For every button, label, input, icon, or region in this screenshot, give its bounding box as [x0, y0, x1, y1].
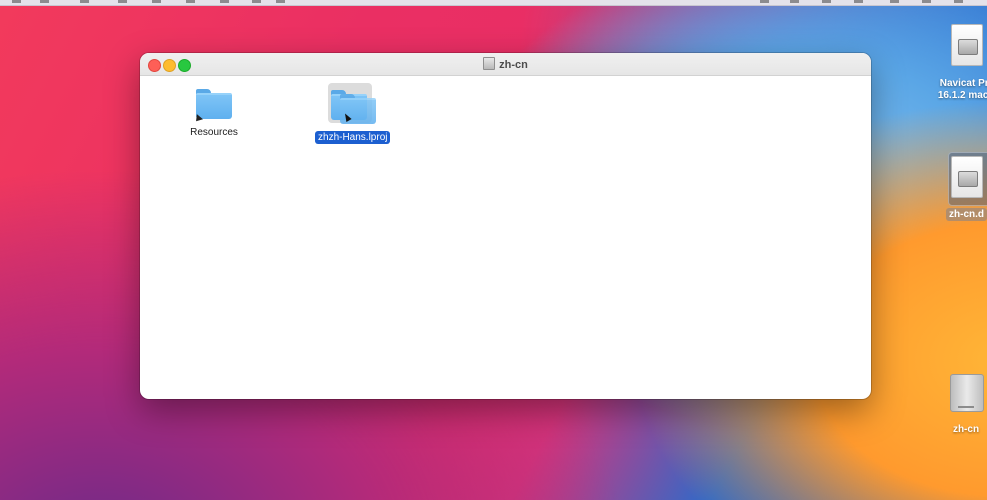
menu-item[interactable]	[186, 0, 195, 3]
folder-label: Resources	[190, 127, 238, 138]
desktop-item-zh-cn-volume[interactable]: zh-cn	[931, 370, 987, 436]
desktop-item-zh-cn-dmg[interactable]	[932, 156, 987, 198]
folder-item-resources[interactable]: Resources	[188, 89, 240, 138]
menu-item[interactable]	[40, 0, 49, 3]
status-icon[interactable]	[890, 0, 899, 3]
window-titlebar[interactable]: zh-cn	[140, 53, 871, 76]
desktop-label-line1: Navicat Pre	[939, 78, 987, 89]
status-icon[interactable]	[922, 0, 931, 3]
status-icon[interactable]	[854, 0, 863, 3]
menu-item[interactable]	[252, 0, 261, 3]
folder-label-selected[interactable]: zhzh-Hans.lproj	[315, 127, 391, 145]
menu-item[interactable]	[80, 0, 89, 3]
folder-icon	[193, 89, 232, 124]
menu-item[interactable]	[220, 0, 229, 3]
desktop-label-line2: 16.1.2 macO	[937, 90, 987, 101]
status-icon[interactable]	[790, 0, 799, 3]
document-icon	[951, 24, 983, 66]
status-icon[interactable]	[822, 0, 831, 3]
disk-image-icon	[483, 57, 496, 70]
apple-menu-icon[interactable]	[12, 0, 21, 3]
menu-bar[interactable]	[0, 0, 987, 6]
desktop-label: zh-cn	[952, 424, 980, 435]
finder-window[interactable]: zh-cn Resources zhzh-Hans.lproj	[140, 53, 871, 399]
window-title-text: zh-cn	[499, 59, 528, 71]
menu-item[interactable]	[118, 0, 127, 3]
selected-filename-label: zhzh-Hans.lproj	[315, 131, 391, 144]
desktop-label-selected: zh-cn.d	[946, 208, 987, 221]
status-icon[interactable]	[760, 0, 769, 3]
menu-item[interactable]	[152, 0, 161, 3]
desktop-item-navicat[interactable]: Navicat Pre 16.1.2 macO	[932, 24, 987, 102]
window-title: zh-cn	[140, 57, 871, 71]
document-icon	[951, 156, 983, 198]
menu-item[interactable]	[276, 0, 285, 3]
external-disk-icon	[946, 370, 986, 414]
status-icon[interactable]	[954, 0, 963, 3]
folder-item-zh-hans-lproj[interactable]	[328, 83, 376, 131]
